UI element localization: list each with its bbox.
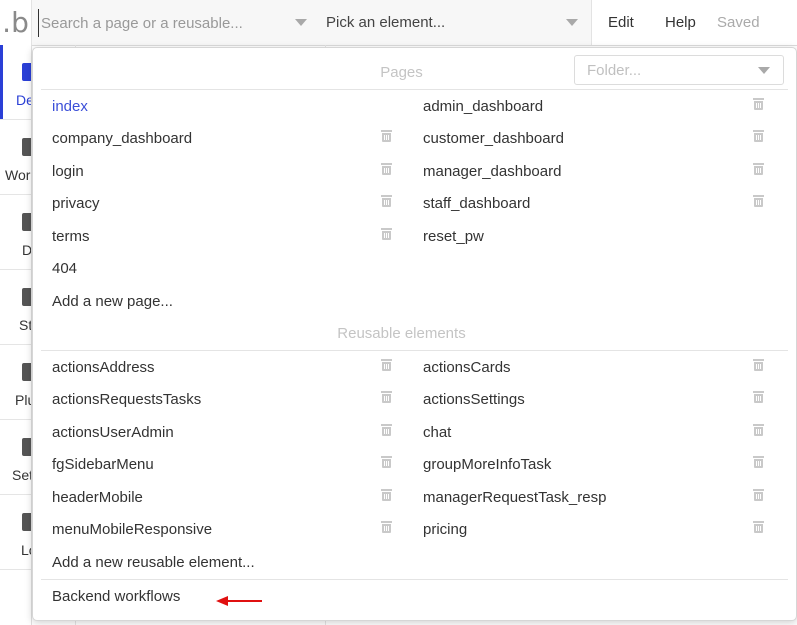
trash-icon[interactable] [753,130,764,142]
reusable-item[interactable]: actionsSettings [423,391,525,408]
trash-icon[interactable] [381,163,392,175]
help-menu[interactable]: Help [665,14,696,31]
workflow-icon [22,138,31,156]
sidebar-item-data[interactable]: D [0,195,31,270]
save-status: Saved [717,14,760,31]
logs-icon [22,513,31,531]
backend-workflows-link[interactable]: Backend workflows [52,588,180,605]
reusable-item[interactable]: menuMobileResponsive [52,521,212,538]
reusable-item[interactable]: fgSidebarMenu [52,456,154,473]
sidebar-item-label: De [16,92,31,108]
trash-icon[interactable] [381,130,392,142]
bubble-logo[interactable]: .b [0,0,31,45]
page-item[interactable]: reset_pw [423,228,484,245]
trash-icon[interactable] [381,489,392,501]
add-page-link[interactable]: Add a new page... [52,293,173,310]
page-item[interactable]: staff_dashboard [423,195,530,212]
page-item[interactable]: manager_dashboard [423,163,561,180]
data-icon [22,213,31,231]
active-indicator [0,45,3,119]
left-sidebar: De Wor D St Plu Set Lo [0,45,32,625]
trash-icon[interactable] [381,456,392,468]
trash-icon[interactable] [753,521,764,533]
reusable-item[interactable]: actionsRequestsTasks [52,391,201,408]
trash-icon[interactable] [753,456,764,468]
reusable-item[interactable]: managerRequestTask_resp [423,489,606,506]
element-picker-label: Pick an element... [326,14,446,31]
sidebar-item-label: D [22,242,31,258]
reusable-item[interactable]: pricing [423,521,467,538]
edit-menu[interactable]: Edit [608,14,634,31]
reusable-item[interactable]: groupMoreInfoTask [423,456,551,473]
sidebar-item-workflow[interactable]: Wor [0,120,31,195]
sidebar-item-label: Plu [15,392,31,408]
top-bar: .b Pick an element... Edit Help Saved [0,0,797,46]
divider [41,350,788,351]
trash-icon[interactable] [381,521,392,533]
trash-icon[interactable] [753,391,764,403]
reusable-item[interactable]: chat [423,424,451,441]
trash-icon[interactable] [381,391,392,403]
page-item[interactable]: terms [52,228,90,245]
annotation-arrow-icon [216,596,262,606]
reusable-item[interactable]: actionsUserAdmin [52,424,174,441]
page-dropdown-panel: Folder... Pages index company_dashboard … [32,47,797,621]
chevron-down-icon[interactable] [566,19,578,26]
sidebar-item-label: St [19,317,31,333]
pages-section-title: Pages [380,64,423,81]
page-item[interactable]: company_dashboard [52,130,192,147]
divider [41,579,788,580]
divider [41,89,788,90]
chevron-down-icon[interactable] [295,19,307,26]
reusable-item[interactable]: actionsAddress [52,359,155,376]
sidebar-item-label: Lo [21,542,31,558]
sidebar-item-styles[interactable]: St [0,270,31,345]
trash-icon[interactable] [753,195,764,207]
add-reusable-link[interactable]: Add a new reusable element... [52,554,255,571]
trash-icon[interactable] [753,98,764,110]
reusable-section-title: Reusable elements [337,325,466,342]
reusable-item[interactable]: actionsCards [423,359,511,376]
styles-icon [22,288,31,306]
sidebar-item-settings[interactable]: Set [0,420,31,495]
sidebar-item-plugins[interactable]: Plu [0,345,31,420]
plugins-icon [22,363,31,381]
sidebar-item-label: Wor [5,167,31,183]
sidebar-item-logs[interactable]: Lo [0,495,31,570]
trash-icon[interactable] [753,163,764,175]
settings-icon [22,438,31,456]
trash-icon[interactable] [753,489,764,501]
page-item[interactable]: 404 [52,260,77,277]
page-search-input[interactable] [38,9,293,37]
page-item[interactable]: privacy [52,195,100,212]
trash-icon[interactable] [381,228,392,240]
page-selector[interactable] [31,0,317,45]
design-icon [22,63,31,81]
page-item[interactable]: customer_dashboard [423,130,564,147]
reusable-item[interactable]: headerMobile [52,489,143,506]
trash-icon[interactable] [381,195,392,207]
element-picker[interactable]: Pick an element... [316,0,592,45]
trash-icon[interactable] [381,424,392,436]
trash-icon[interactable] [381,359,392,371]
page-item[interactable]: index [52,98,88,115]
trash-icon[interactable] [753,359,764,371]
trash-icon[interactable] [753,424,764,436]
sidebar-item-label: Set [12,467,31,483]
sidebar-item-design[interactable]: De [0,45,31,120]
page-item[interactable]: admin_dashboard [423,98,543,115]
page-item[interactable]: login [52,163,84,180]
